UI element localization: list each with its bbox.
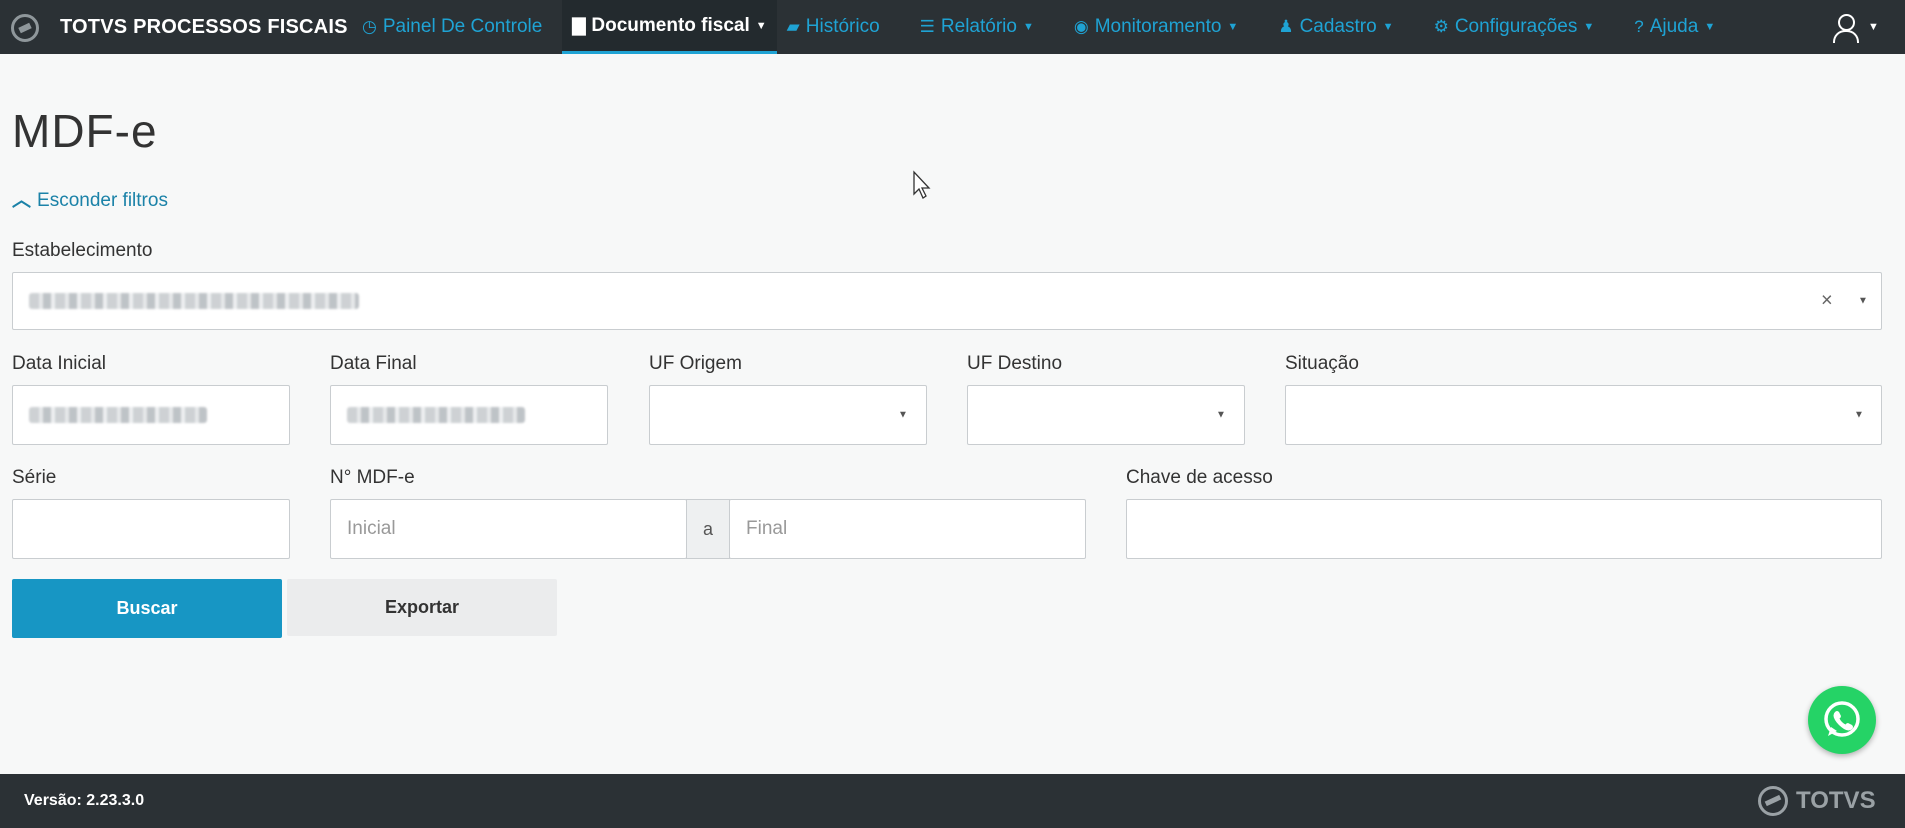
nav-documento-fiscal[interactable]: ▇ Documento fiscal ▼ <box>562 0 777 54</box>
chevron-down-icon: ▼ <box>1216 409 1226 421</box>
serie-input[interactable] <box>12 499 290 559</box>
footer-logo: TOTVS <box>1758 786 1876 816</box>
whatsapp-button[interactable] <box>1808 686 1876 754</box>
redacted-value <box>29 407 207 423</box>
nav-label: Cadastro <box>1299 16 1377 37</box>
uf-origem-label: UF Origem <box>649 353 742 374</box>
nav-monitoramento[interactable]: ◉ Monitoramento ▼ <box>1064 0 1248 54</box>
nav-label: Histórico <box>805 16 880 37</box>
nav-ajuda[interactable]: ? Ajuda ▼ <box>1624 0 1725 54</box>
nav-relatorio[interactable]: ☰ Relatório ▼ <box>910 0 1044 54</box>
situacao-select[interactable]: ▼ <box>1285 385 1882 445</box>
data-final-input[interactable] <box>330 385 608 445</box>
version-text: Versão: 2.23.3.0 <box>24 792 145 809</box>
dashboard-icon: ◷ <box>362 17 377 36</box>
numero-final-input[interactable]: Final <box>729 499 1086 559</box>
export-button[interactable]: Exportar <box>287 579 557 636</box>
chevron-down-icon: ▼ <box>755 19 767 32</box>
chave-acesso-input[interactable] <box>1126 499 1882 559</box>
chevron-down-icon: ▼ <box>1704 21 1716 33</box>
serie-label: Série <box>12 467 57 488</box>
nav-label: Configurações <box>1454 16 1578 37</box>
list-icon: ☰ <box>919 17 935 36</box>
app-title[interactable]: TOTVS PROCESSOS FISCAIS <box>60 16 348 39</box>
uf-origem-select[interactable]: ▼ <box>649 385 927 445</box>
gear-icon: ⚙ <box>1433 17 1449 36</box>
footer: Versão: 2.23.3.0 TOTVS <box>0 774 1905 828</box>
redacted-value <box>29 293 359 309</box>
nav-configuracoes[interactable]: ⚙ Configurações ▼ <box>1424 0 1605 54</box>
main-menu: ◷ Painel De Controle ▇ Documento fiscal … <box>352 0 1725 54</box>
whatsapp-icon <box>1824 701 1860 737</box>
nav-label: Documento fiscal <box>591 14 750 36</box>
chevron-down-icon: ▼ <box>1583 21 1595 33</box>
totvs-logo-icon <box>1758 786 1788 816</box>
document-icon: ▇ <box>572 15 586 35</box>
search-button[interactable]: Buscar <box>12 579 282 638</box>
folder-open-icon: ▰ <box>786 17 800 36</box>
nav-label: Ajuda <box>1649 16 1699 37</box>
data-inicial-label: Data Inicial <box>12 353 106 374</box>
page-title: MDF-e <box>12 105 158 157</box>
nav-painel-de-controle[interactable]: ◷ Painel De Controle <box>352 0 552 54</box>
question-icon: ? <box>1634 17 1644 36</box>
data-inicial-input[interactable] <box>12 385 290 445</box>
chave-label: Chave de acesso <box>1126 467 1273 488</box>
toggle-filters-link[interactable]: ︿ Esconder filtros <box>12 185 168 212</box>
toggle-filters-label: Esconder filtros <box>37 190 168 211</box>
chevron-down-icon: ▼ <box>1022 21 1034 33</box>
user-menu[interactable]: ▼ <box>1832 12 1892 43</box>
nav-label: Monitoramento <box>1094 16 1222 37</box>
situacao-label: Situação <box>1285 353 1359 374</box>
chevron-down-icon: ▼ <box>1868 21 1879 33</box>
data-final-label: Data Final <box>330 353 417 374</box>
totvs-logo-icon[interactable] <box>11 14 39 42</box>
estabelecimento-label: Estabelecimento <box>12 240 153 261</box>
numero-final-placeholder: Final <box>746 518 788 539</box>
chevron-up-icon: ︿ <box>12 190 32 211</box>
nav-cadastro[interactable]: ♟ Cadastro ▼ <box>1268 0 1403 54</box>
estabelecimento-select[interactable]: × ▼ <box>12 272 1882 330</box>
nav-label: Relatório <box>940 16 1017 37</box>
numero-label: N° MDF-e <box>330 467 415 488</box>
chevron-down-icon: ▼ <box>1227 21 1239 33</box>
chevron-down-icon: ▼ <box>1854 409 1864 421</box>
user-icon <box>1832 13 1859 43</box>
nav-historico[interactable]: ▰ Histórico <box>777 0 890 54</box>
uf-destino-label: UF Destino <box>967 353 1063 374</box>
clear-icon[interactable]: × <box>1821 290 1833 313</box>
range-separator: a <box>686 499 730 559</box>
mouse-cursor-icon <box>913 170 931 199</box>
uf-destino-select[interactable]: ▼ <box>967 385 1245 445</box>
eye-icon: ◉ <box>1073 17 1089 36</box>
top-navbar: TOTVS PROCESSOS FISCAIS ◷ Painel De Cont… <box>0 0 1905 54</box>
redacted-value <box>347 407 525 423</box>
chevron-down-icon[interactable]: ▼ <box>1858 296 1868 307</box>
numero-inicial-placeholder: Inicial <box>347 518 396 539</box>
numero-inicial-input[interactable]: Inicial <box>330 499 687 559</box>
chevron-down-icon: ▼ <box>1382 21 1394 33</box>
nav-label: Painel De Controle <box>382 16 543 37</box>
register-icon: ♟ <box>1278 17 1294 36</box>
chevron-down-icon: ▼ <box>898 409 908 421</box>
footer-logo-text: TOTVS <box>1796 787 1876 814</box>
